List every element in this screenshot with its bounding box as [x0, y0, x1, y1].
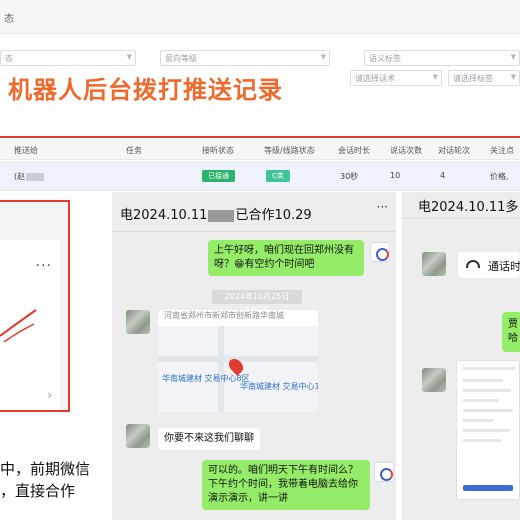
script-filter[interactable]: 请选择话术 ▼ [350, 70, 442, 86]
chevron-right-icon[interactable]: › [47, 388, 52, 402]
avatar-sender[interactable] [374, 462, 394, 482]
thumbnail-line [463, 389, 511, 392]
filter-bar: 态 [0, 0, 520, 34]
more-dots-icon[interactable]: ··· [377, 200, 388, 214]
redacted-block [208, 209, 235, 222]
thumbnail-line [463, 419, 493, 422]
avatar-contact[interactable] [126, 424, 150, 448]
level-badge: C类 [266, 170, 290, 182]
chat-window-middle: 电2024.10.11 已合作10.29 ··· 上午好呀，咱们现在回郑州没有呀？… [112, 192, 396, 520]
chevron-down-icon: ▼ [510, 73, 516, 81]
divider [402, 218, 520, 219]
table-header: 推送给 任务 接听状态 等级/线路状态 会话时长 说话次数 对话轮次 关注点 [0, 140, 520, 160]
call-record-bubble[interactable]: 通话时 [458, 252, 520, 278]
col-task: 任务 [126, 146, 142, 155]
chevron-down-icon: ▼ [320, 53, 326, 61]
intent-level-filter[interactable]: 意向等级 ▼ [160, 50, 330, 66]
semantic-tag-filter[interactable]: 语义标签 ▼ [364, 50, 520, 66]
avatar-contact[interactable] [422, 252, 446, 276]
col-pushed-to: 推送给 [14, 146, 38, 155]
message-bubble-sent: 上午好呀，咱们现在回郑州没有呀？😁有空约个时间吧 [208, 240, 364, 276]
message-bubble-sent: 贾 哈 [502, 312, 520, 352]
avatar-contact[interactable] [126, 310, 150, 334]
location-card[interactable]: 河南省郑州市新郑市创新路华南城 华南城建材 交易中心8区 华南城建材 交易中心1… [158, 310, 318, 412]
cell-pushed-to: (赵 [14, 171, 45, 182]
table-row[interactable]: (赵 已接通 C类 30秒 10 4 价格, [0, 161, 520, 191]
redacted-block [26, 172, 45, 181]
highlight-line [0, 136, 520, 138]
col-level-line-status: 等级/线路状态 [264, 146, 315, 155]
highlighted-panel: ··· › [0, 200, 70, 412]
red-arrow-icon [0, 309, 37, 342]
map-label-1: 华南城建材 交易中心8区 [162, 374, 250, 383]
col-duration: 会话时长 [338, 146, 370, 155]
chat-title: 电2024.10.11多 [418, 200, 519, 215]
status-filter[interactable]: 态 ▼ [0, 50, 136, 66]
cell-speak-count: 10 [390, 171, 401, 180]
cell-duration: 30秒 [340, 172, 359, 181]
col-focus: 关注点 [490, 146, 514, 155]
avatar-contact[interactable] [422, 368, 446, 392]
message-timestamp: 2024年10月25日 17:25 [212, 290, 302, 315]
map-label-2: 华南城建材 交易中心10区 [240, 382, 318, 391]
cell-focus: 价格, [490, 172, 509, 181]
thumbnail-line [463, 367, 515, 370]
thumbnail-line [463, 429, 509, 432]
screenshot-collage: 态 态 ▼ 意向等级 ▼ 语义标签 ▼ 请选择话术 ▼ 请选择标签 ▼ 机器人后… [0, 0, 520, 520]
more-dots-icon[interactable]: ··· [36, 258, 52, 274]
chat-header: 电2024.10.11 已合作10.29 ··· [112, 192, 396, 232]
thumbnail-line [463, 439, 501, 442]
phone-icon [466, 260, 480, 268]
caption-text: 中，前期微信 ，直接合作 [0, 460, 91, 500]
chevron-down-icon: ▼ [510, 53, 516, 61]
col-speak-count: 说话次数 [390, 146, 422, 155]
thumbnail-button [463, 485, 513, 491]
filter-bar-label: 态 [4, 14, 14, 25]
map-preview: 华南城建材 交易中心8区 华南城建材 交易中心10区 [158, 326, 318, 412]
chevron-down-icon: ▼ [126, 53, 132, 61]
tag-filter[interactable]: 请选择标签 ▼ [448, 70, 520, 86]
thumbnail-line [463, 399, 499, 402]
col-answer-status: 接听状态 [202, 146, 234, 155]
map-road [218, 326, 224, 412]
thumbnail-line [463, 379, 503, 382]
overlay-title: 机器人后台拨打推送记录 [8, 76, 283, 104]
avatar-sender[interactable] [370, 242, 390, 262]
chat-window-right: 电2024.10.11多 通话时 贾 哈 [402, 192, 520, 520]
chat-title: 电2024.10.11 已合作10.29 [120, 208, 312, 223]
message-bubble-sent: 可以的。咱们明天下午有时间么？下午约个时间，我带着电脑去给你演示演示，讲一讲 [202, 460, 370, 510]
cell-rounds: 4 [440, 171, 446, 180]
location-address: 河南省郑州市新郑市创新路华南城 [164, 311, 284, 320]
col-rounds: 对话轮次 [438, 146, 470, 155]
message-bubble-received: 你要不来这我们聊聊 [158, 428, 260, 450]
image-message[interactable] [456, 360, 520, 500]
content-card[interactable]: ··· › [0, 240, 60, 410]
status-badge: 已接通 [202, 170, 235, 182]
thumbnail-line [463, 409, 513, 412]
chevron-down-icon: ▼ [432, 73, 438, 81]
